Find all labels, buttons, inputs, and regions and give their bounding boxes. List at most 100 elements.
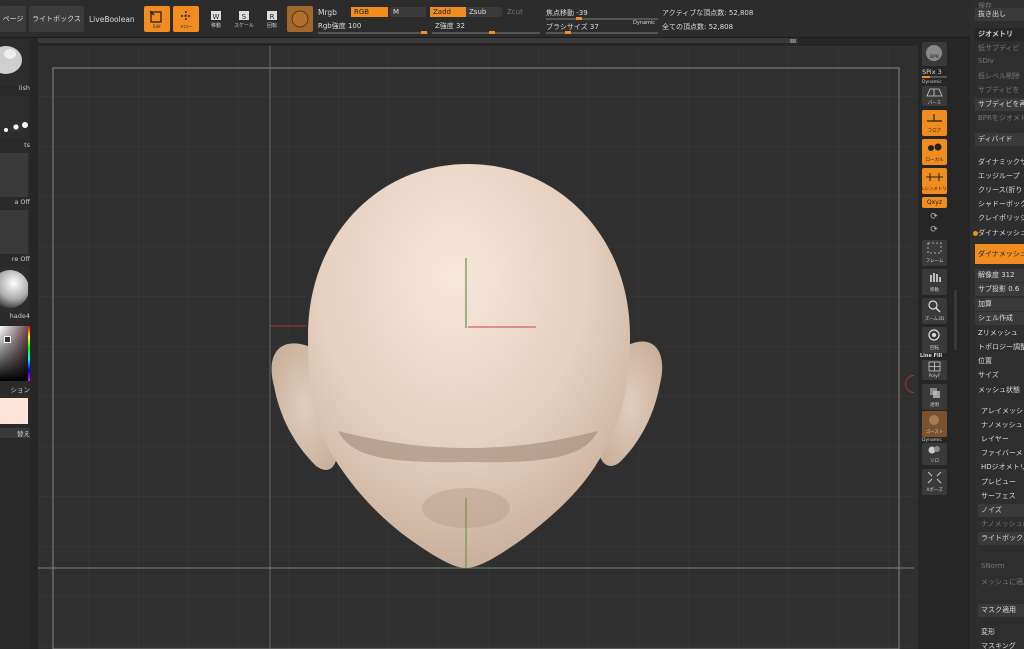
perspective-dynamic-toggle[interactable]: Dynamic	[922, 80, 942, 85]
brush-dynamic-toggle[interactable]: Dynamic	[633, 20, 655, 26]
viewport-canvas[interactable]	[38, 46, 918, 649]
palette-item[interactable]: プレビュー	[978, 476, 1024, 489]
palette-item[interactable]: ダイナメッシュ	[975, 227, 1024, 240]
color-picker-cursor[interactable]	[4, 336, 11, 343]
color-swatch[interactable]	[0, 398, 28, 424]
lightbox-button[interactable]: ライトボックス	[29, 6, 84, 32]
palette-item[interactable]: ファイバーメ	[978, 447, 1024, 460]
lsym-button[interactable]: Lシンメトリ	[922, 168, 947, 194]
brush-size-track[interactable]	[546, 32, 658, 34]
floor-button[interactable]: フロア	[922, 110, 947, 136]
rgb-intensity-track[interactable]	[318, 32, 428, 34]
m-button[interactable]: M	[390, 7, 426, 17]
palette-item[interactable]: HDジオメトリ	[978, 461, 1024, 474]
focal-shift-thumb[interactable]	[576, 17, 582, 20]
xpose-button[interactable]: Xポーズ	[922, 469, 947, 495]
zcut-button[interactable]: Zcut	[504, 7, 540, 17]
rgb-intensity-thumb[interactable]	[421, 31, 427, 34]
draw-button[interactable]: ドロー	[173, 6, 199, 32]
palette-item[interactable]: ジオメトリ	[975, 28, 1024, 41]
palette-item[interactable]: 変形	[978, 626, 1024, 639]
dots-stroke-icon	[4, 122, 28, 132]
palette-item[interactable]: ディバイド	[975, 133, 1024, 146]
palette-item[interactable]: エッジループ	[975, 170, 1024, 183]
palette-item[interactable]: 加算	[975, 298, 1024, 311]
rotate-view-label: 回転	[930, 346, 939, 351]
palette-item[interactable]: サブ投影 0.6	[975, 283, 1024, 296]
stroke-thumbnail[interactable]	[0, 96, 28, 138]
palette-item[interactable]: サイズ	[975, 369, 1024, 382]
palette-item[interactable]: クリース(折り	[975, 184, 1024, 197]
move-view-button[interactable]: 移動	[922, 269, 947, 295]
material-sphere-preview-icon	[0, 270, 28, 308]
palette-item[interactable]: 解像度 312	[975, 269, 1024, 282]
palette-item[interactable]: ノイズ	[978, 504, 1024, 517]
polyf-button[interactable]: PolyF	[922, 360, 947, 380]
palette-item[interactable]: シャドーボック	[975, 198, 1024, 211]
brush-size-slider[interactable]: ブラシサイズ 37	[546, 22, 599, 32]
transp-button[interactable]: 透明	[922, 384, 947, 410]
switch-color-button[interactable]: 替え	[0, 428, 30, 438]
palette-item[interactable]: ダイナミックサ	[975, 156, 1024, 169]
palette-item: ナノメッシュに	[981, 520, 1024, 528]
mrgb-button[interactable]: Mrgb	[318, 8, 337, 17]
palette-item[interactable]: レイヤー	[978, 433, 1024, 446]
rotate-button[interactable]: R 回転	[262, 9, 282, 31]
dynamesh-indicator-dot	[973, 231, 978, 236]
zadd-button[interactable]: Zadd	[430, 7, 466, 17]
edit-button[interactable]: Edit	[144, 6, 170, 32]
z-intensity-track[interactable]	[432, 32, 540, 34]
solo-button[interactable]: ソロ	[922, 443, 947, 465]
zsub-button[interactable]: Zsub	[466, 7, 502, 17]
palette-item[interactable]: マスキング	[978, 640, 1024, 649]
z-intensity-slider[interactable]: Z強度 32	[435, 21, 465, 31]
move-button[interactable]: W 移動	[206, 9, 226, 31]
rotate-z-icon[interactable]: ⟳	[927, 224, 941, 236]
palette-item[interactable]: トポロジー調整	[975, 341, 1024, 354]
palette-item[interactable]: シェル作成	[975, 312, 1024, 325]
right-scrollbar[interactable]	[954, 290, 957, 350]
palette-item[interactable]: メッシュ状態	[975, 384, 1024, 397]
palette-item[interactable]: マスク適用	[978, 604, 1024, 617]
frame-button[interactable]: フレーム	[922, 240, 947, 266]
palette-item[interactable]: ライトボックス	[978, 532, 1024, 545]
bpr-button[interactable]: BPR	[922, 42, 947, 66]
palette-item[interactable]: ナノメッシュ	[978, 419, 1024, 432]
palette-item[interactable]: Zリメッシュ	[975, 327, 1024, 340]
material-button[interactable]	[287, 6, 313, 32]
perspective-grid-icon	[926, 88, 943, 97]
spix-slider[interactable]: SPix 3	[922, 68, 942, 76]
local-button[interactable]: ローカル	[922, 139, 947, 165]
ghost-button[interactable]: ゴースト	[922, 411, 947, 437]
palette-item[interactable]: サブディビを再	[975, 98, 1024, 111]
palette-item[interactable]: クレイポリッシ	[975, 212, 1024, 225]
palette-item[interactable]: ダイナメッシュ	[975, 244, 1024, 264]
material-thumbnail[interactable]	[0, 267, 28, 311]
palette-item[interactable]: サーフェス	[978, 490, 1024, 503]
color-picker[interactable]	[0, 326, 30, 381]
perspective-button[interactable]: パース	[922, 86, 947, 106]
palette-item[interactable]: 位置	[975, 355, 1024, 368]
zoom-button[interactable]: ズーム3D	[922, 298, 947, 324]
palette-item[interactable]: アレイメッシュ	[978, 405, 1024, 418]
rgb-intensity-slider[interactable]: Rgb強度 100	[318, 21, 361, 31]
palette-item[interactable]: 抜き出し	[975, 8, 1024, 21]
alpha-caption: a Off	[14, 198, 30, 206]
brush-thumbnail[interactable]	[0, 40, 28, 86]
brush-size-thumb[interactable]	[565, 31, 571, 34]
rgb-button[interactable]: RGB	[351, 7, 388, 17]
edit-label: Edit	[153, 24, 161, 29]
frame-icon	[927, 242, 942, 254]
liveboolean-button[interactable]: LiveBoolean	[89, 15, 135, 24]
texture-thumbnail[interactable]	[0, 210, 28, 254]
rotate-view-button[interactable]: 回転	[922, 327, 947, 353]
scale-button[interactable]: S スケール	[234, 9, 254, 31]
xyz-button[interactable]: Qxyz	[922, 197, 947, 208]
canvas-handle[interactable]	[790, 39, 796, 43]
page-button[interactable]: ページ	[0, 6, 26, 32]
z-intensity-thumb[interactable]	[489, 31, 495, 34]
scale-icon: S	[239, 11, 249, 21]
hue-strip[interactable]	[28, 326, 30, 381]
alpha-thumbnail[interactable]	[0, 153, 28, 197]
rotate-y-icon[interactable]: ⟳	[927, 211, 941, 223]
